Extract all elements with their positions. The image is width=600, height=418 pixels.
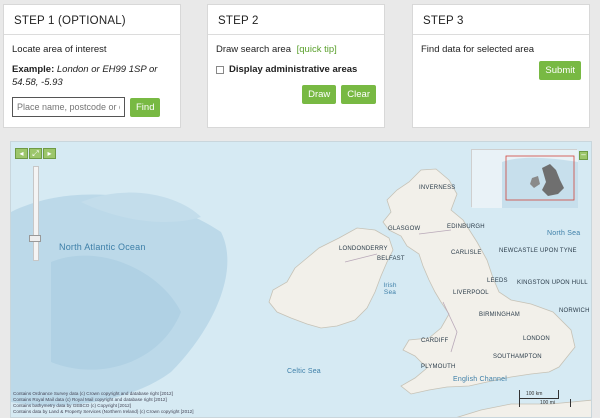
label-birmingham: BIRMINGHAM [479,312,520,318]
scale-mi-label: 100 mi [540,400,556,406]
quick-tip-link[interactable]: [quick tip] [297,44,337,55]
label-north-sea: North Sea [547,230,581,237]
label-edinburgh: EDINBURGH [447,224,485,230]
overview-map-graphic [472,150,578,208]
label-belfast: BELFAST [377,256,405,262]
label-southampton: SOUTHAMPTON [493,354,542,360]
step2-panel: STEP 2 Draw search area [quick tip] Disp… [207,4,385,128]
step3-title: STEP 3 [413,5,589,35]
submit-button[interactable]: Submit [539,61,581,80]
admin-areas-label: Display administrative areas [229,64,358,75]
step1-title: STEP 1 (OPTIONAL) [4,5,180,35]
label-liverpool: LIVERPOOL [453,290,489,296]
zoom-slider-track[interactable] [33,166,39,261]
clear-button[interactable]: Clear [341,85,376,104]
step1-heading: Locate area of interest [12,44,107,55]
map-viewport[interactable]: North Atlantic Ocean North Sea Irish Sea… [10,141,592,418]
label-londonderry: LONDONDERRY [339,246,388,252]
draw-button[interactable]: Draw [302,85,337,104]
location-search-input[interactable] [12,97,125,117]
overview-close-icon[interactable]: – [579,151,588,160]
overview-map[interactable] [471,149,578,208]
label-london: LONDON [523,336,550,342]
copyright-line: Contains data by Land & Property Service… [13,409,194,414]
pan-right-icon[interactable]: ▸ [43,148,56,159]
scale-mi-bar: 100 mi [519,399,571,407]
label-english-channel: English Channel [453,376,507,383]
pan-left-icon[interactable]: ◂ [15,148,28,159]
zoom-extent-icon[interactable]: ⤢ [29,148,42,159]
label-kingston: KINGSTON UPON HULL [517,280,588,286]
label-inverness: INVERNESS [419,185,456,191]
label-celtic-sea: Celtic Sea [287,368,321,375]
step1-example: Example: London or EH99 1SP or 54.58, -5… [12,63,172,89]
label-plymouth: PLYMOUTH [421,364,456,370]
map-scale-bar: 100 km 100 mi [519,390,573,412]
pan-controls: ◂ ⤢ ▸ [15,148,56,159]
step3-panel: STEP 3 Find data for selected area Submi… [412,4,590,128]
scale-km-bar: 100 km [519,390,559,399]
map-copyright: Contains Ordnance Survey data (c) Crown … [13,391,194,415]
step2-title: STEP 2 [208,5,384,35]
label-newcastle: NEWCASTLE UPON TYNE [499,248,577,254]
label-irish-sea: Irish Sea [383,282,397,296]
step2-heading-row: Draw search area [quick tip] [216,43,376,56]
label-carlisle: CARLISLE [451,250,482,256]
step1-panel: STEP 1 (OPTIONAL) Locate area of interes… [3,4,181,128]
find-button[interactable]: Find [130,97,161,117]
label-glasgow: GLASGOW [388,226,421,232]
step2-heading: Draw search area [216,44,291,55]
zoom-slider-handle[interactable] [29,235,41,242]
admin-areas-checkbox[interactable] [216,65,224,74]
example-label: Example: [12,64,55,75]
scale-km-label: 100 km [526,391,543,397]
label-leeds: LEEDS [487,278,508,284]
label-north-atlantic: North Atlantic Ocean [59,242,146,252]
step3-heading: Find data for selected area [421,44,535,55]
label-cardiff: CARDIFF [421,338,449,344]
label-norwich: NORWICH [559,308,590,314]
